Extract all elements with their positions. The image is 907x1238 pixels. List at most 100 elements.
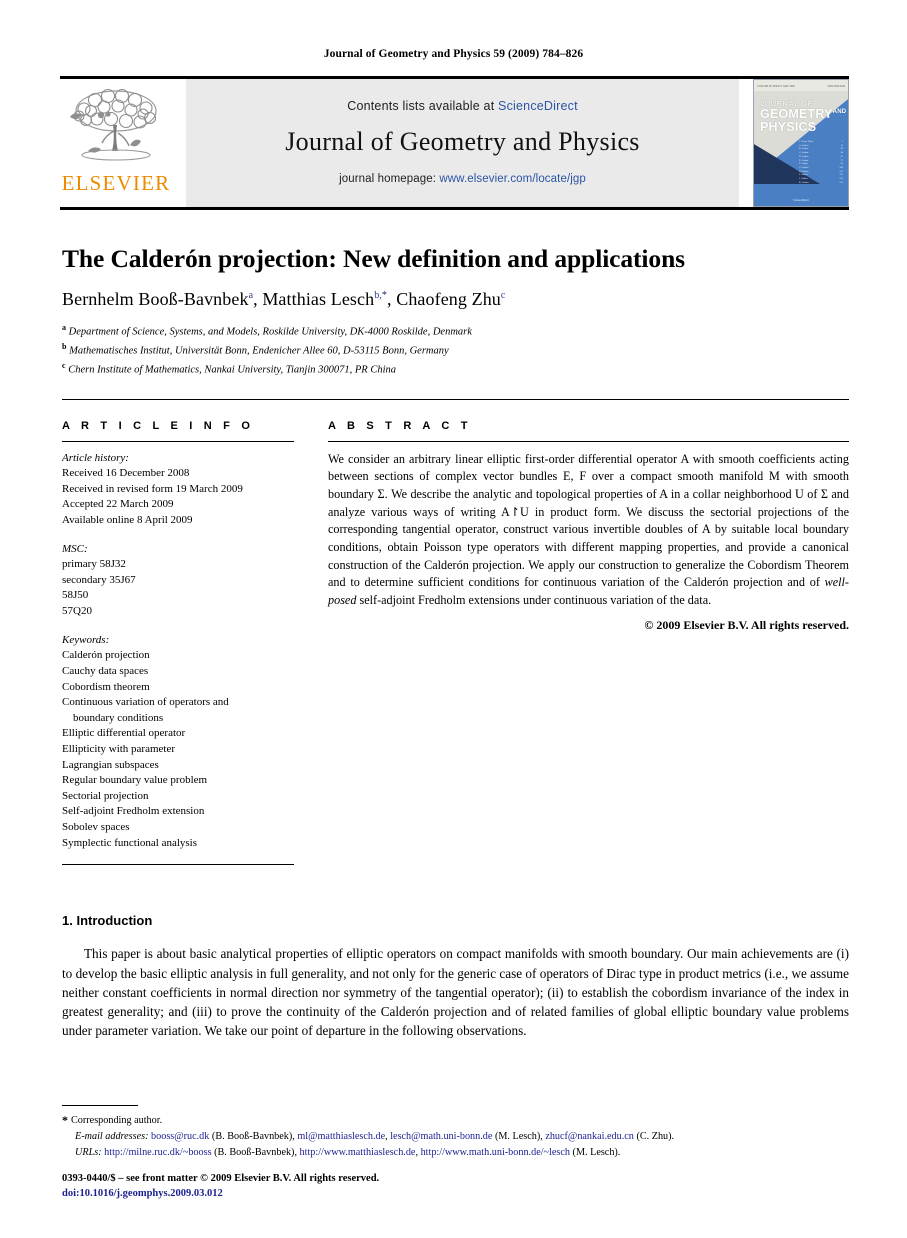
corresponding-author-marker[interactable]: *	[382, 290, 387, 301]
cover-toc-list: J. Geom. Phys. 1 A. Author 15 B. Author 29 C. …	[799, 140, 843, 185]
journal-masthead: ELSEVIER Contents lists available at Sci…	[60, 76, 849, 207]
cover-title-line3: PHYSICS	[760, 120, 817, 135]
keyword-item: Lagrangian subspaces	[62, 758, 159, 771]
corresponding-author-note: * Corresponding author.	[62, 1111, 849, 1129]
article-history-items: Received 16 December 2008 Received in rev…	[62, 466, 294, 528]
author-name: Matthias Lesch	[262, 289, 375, 310]
keyword-item: Sectorial projection	[62, 789, 149, 802]
article-info-rule	[62, 440, 294, 442]
contents-available-line: Contents lists available at ScienceDirec…	[347, 99, 578, 113]
link-attribution: (M. Lesch).	[570, 1146, 621, 1158]
email-items: booss@ruc.dk (B. Booß-Bavnbek), ml@matth…	[151, 1131, 674, 1142]
cover-issn-text: ISSN 0393-0440	[827, 85, 845, 88]
link-attribution: (B. Booß-Bavnbek),	[209, 1131, 298, 1143]
abstract-part-1: We consider an arbitrary linear elliptic…	[328, 451, 849, 590]
keyword-item: Symplectic functional analysis	[62, 836, 198, 849]
link-attribution: (M. Lesch),	[492, 1131, 546, 1143]
article-info-column: A R T I C L E I N F O Article history: R…	[62, 420, 294, 866]
introduction-paragraph: This paper is about basic analytical pro…	[62, 946, 849, 1039]
journal-title: Journal of Geometry and Physics	[285, 127, 640, 156]
affiliation-list: a Department of Science, Systems, and Mo…	[62, 322, 847, 378]
email-link[interactable]: ml@matthiaslesch.de	[297, 1131, 385, 1142]
msc-group: MSC: primary 58J32 secondary 35J67 58J50 57…	[62, 542, 294, 620]
introduction-section: 1. Introduction This paper is about basi…	[62, 913, 849, 1040]
url-link[interactable]: http://www.matthiaslesch.de	[300, 1147, 416, 1158]
contents-prefix: Contents lists available at	[347, 99, 499, 113]
journal-cover-thumbnail[interactable]: VOLUME 59, ISSUE 6, MAY 2009 ISSN 0393-0…	[753, 79, 849, 207]
title-bottom-rule	[62, 398, 849, 400]
journal-band: Contents lists available at ScienceDirec…	[186, 79, 739, 207]
corresponding-author-text: Corresponding author.	[71, 1115, 163, 1127]
abstract-text: We consider an arbitrary linear elliptic…	[328, 451, 849, 610]
article-history-item: Received in revised form 19 March 2009	[62, 482, 243, 495]
article-history-group: Article history: Received 16 December 20…	[62, 451, 294, 529]
section-heading-introduction: 1. Introduction	[62, 913, 153, 929]
affiliation-marker: a	[62, 323, 66, 333]
urls-label: URLs:	[75, 1146, 102, 1158]
abstract-copyright: © 2009 Elsevier B.V. All rights reserved…	[644, 617, 849, 632]
msc-label: MSC:	[62, 542, 88, 555]
keyword-item: Self-adjoint Fredholm extension	[62, 805, 205, 818]
msc-item: primary 58J32	[62, 558, 126, 571]
column-gap	[294, 420, 328, 866]
keyword-item: Ellipticity with parameter	[62, 742, 176, 755]
running-head: Journal of Geometry and Physics 59 (2009…	[323, 48, 584, 60]
keyword-item: Calderón projection	[62, 649, 150, 662]
email-link[interactable]: zhucf@nankai.edu.cn	[545, 1131, 634, 1142]
keyword-items: Calderón projection Cauchy data spaces Cob…	[62, 648, 294, 851]
email-link[interactable]: lesch@math.uni-bonn.de	[390, 1131, 492, 1142]
keyword-item: Elliptic differential operator	[62, 727, 186, 740]
journal-homepage-line: journal homepage: www.elsevier.com/locat…	[339, 173, 586, 185]
doi-link[interactable]: doi:10.1016/j.geomphys.2009.03.012	[62, 1186, 379, 1202]
author-affiliation-marker: b,	[374, 290, 382, 302]
link-attribution: (C. Zhu).	[633, 1131, 675, 1143]
keyword-item: Regular boundary value problem	[62, 774, 208, 787]
article-history-item: Received 16 December 2008	[62, 467, 190, 480]
journal-homepage-link[interactable]: www.elsevier.com/locate/jgp	[439, 173, 586, 185]
author-name: Bernhelm Booß-Bavnbek	[62, 289, 249, 310]
msc-item: 58J50	[62, 589, 89, 602]
imprint-block: 0393-0440/$ – see front matter © 2009 El…	[62, 1171, 379, 1203]
cover-title: JOURNAL OF GEOMETRYAND PHYSICS	[760, 100, 846, 135]
masthead-bottom-rule	[60, 207, 849, 210]
cover-footer: ScienceDirect	[793, 199, 809, 202]
abstract-part-2: self-adjoint Fredholm extensions under c…	[356, 593, 712, 608]
affiliation-marker: c	[62, 360, 66, 370]
cover-title-line2-sup: AND	[832, 108, 847, 115]
url-link[interactable]: http://milne.ruc.dk/~booss	[104, 1147, 211, 1158]
keyword-item: boundary conditions	[73, 711, 164, 724]
elsevier-tree-icon	[70, 88, 157, 161]
keyword-item: Continuous variation of operators and	[62, 696, 229, 709]
footnote-block: * Corresponding author. E-mail addresses:…	[62, 1105, 849, 1160]
cover-toc-row: K. Author 170	[799, 180, 843, 184]
affiliation-marker: b	[62, 342, 67, 352]
sciencedirect-link[interactable]: ScienceDirect	[498, 99, 578, 113]
msc-item: 57Q20	[62, 605, 92, 618]
footnote-rule	[62, 1105, 138, 1107]
link-attribution: (B. Booß-Bavnbek),	[211, 1146, 300, 1158]
elsevier-wordmark: ELSEVIER	[61, 171, 171, 195]
affiliation-item: b Mathematisches Institut, Universität B…	[62, 342, 449, 357]
email-link[interactable]: booss@ruc.dk	[151, 1131, 209, 1142]
title-block: The Calderón projection: New definition …	[62, 244, 847, 379]
email-addresses-line: E-mail addresses: booss@ruc.dk (B. Booß-…	[62, 1129, 849, 1144]
elsevier-logo: ELSEVIER	[60, 79, 172, 207]
cover-title-line2-main: GEOMETRY	[760, 106, 833, 121]
msc-items: primary 58J32 secondary 35J67 58J50 57Q20	[62, 557, 294, 619]
abstract-heading: A B S T R A C T	[328, 419, 472, 432]
url-items: http://milne.ruc.dk/~booss (B. Booß-Bavn…	[104, 1147, 620, 1158]
affiliation-item: c Chern Institute of Mathematics, Nankai…	[62, 360, 397, 376]
abstract-rule	[328, 440, 849, 442]
abstract-column: A B S T R A C T We consider an arbitrary…	[328, 420, 849, 866]
article-first-page: Journal of Geometry and Physics 59 (2009…	[0, 0, 907, 1238]
url-link[interactable]: http://www.math.uni-bonn.de/~lesch	[421, 1147, 570, 1158]
homepage-prefix: journal homepage:	[339, 173, 440, 185]
keywords-group: Keywords: Calderón projection Cauchy data…	[62, 633, 294, 852]
msc-item: secondary 35J67	[62, 573, 136, 586]
article-info-heading: A R T I C L E I N F O	[62, 419, 255, 432]
author-affiliation-marker: a	[248, 290, 254, 302]
keyword-item: Sobolev spaces	[62, 821, 130, 834]
keyword-item: Cobordism theorem	[62, 680, 150, 693]
author-name: Chaofeng Zhu	[396, 289, 501, 310]
article-history-label: Article history:	[62, 451, 129, 464]
